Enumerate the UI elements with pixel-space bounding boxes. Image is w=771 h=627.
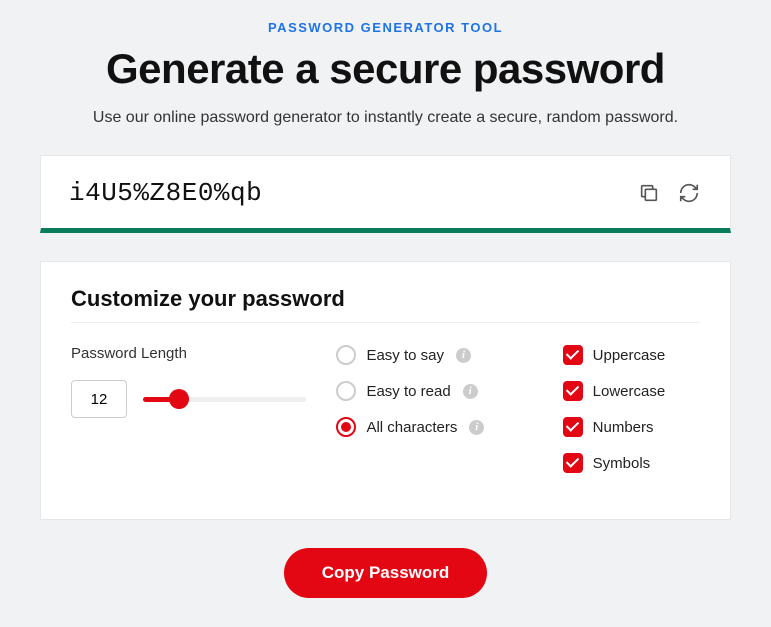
- length-slider[interactable]: [143, 389, 306, 409]
- copy-icon-button[interactable]: [636, 180, 662, 206]
- customize-title: Customize your password: [71, 286, 700, 312]
- check-label: Uppercase: [593, 347, 666, 364]
- checkbox-icon: [563, 381, 583, 401]
- check-uppercase[interactable]: Uppercase: [563, 345, 700, 365]
- subtitle: Use our online password generator to ins…: [40, 109, 731, 127]
- radio-label: Easy to read: [366, 383, 450, 400]
- customize-card: Customize your password Password Length: [40, 261, 731, 520]
- radio-label: Easy to say: [366, 347, 444, 364]
- password-actions: [636, 180, 702, 206]
- info-icon[interactable]: i: [469, 420, 484, 435]
- check-label: Numbers: [593, 419, 654, 436]
- check-label: Symbols: [593, 455, 651, 472]
- checkbox-icon: [563, 417, 583, 437]
- copy-password-button[interactable]: Copy Password: [284, 548, 488, 598]
- checkbox-icon: [563, 345, 583, 365]
- radio-icon: [336, 345, 356, 365]
- page-title: Generate a secure password: [40, 45, 731, 93]
- length-label: Password Length: [71, 345, 306, 362]
- copy-icon: [638, 182, 660, 204]
- eyebrow-label: PASSWORD GENERATOR TOOL: [40, 20, 731, 35]
- radio-easy-to-say[interactable]: Easy to say i: [336, 345, 532, 365]
- regenerate-icon-button[interactable]: [676, 180, 702, 206]
- refresh-icon: [678, 182, 700, 204]
- radio-all-characters[interactable]: All characters i: [336, 417, 532, 437]
- length-input[interactable]: [71, 380, 127, 418]
- check-label: Lowercase: [593, 383, 666, 400]
- divider: [71, 322, 700, 323]
- radio-icon: [336, 417, 356, 437]
- slider-thumb[interactable]: [169, 389, 189, 409]
- check-symbols[interactable]: Symbols: [563, 453, 700, 473]
- radio-icon: [336, 381, 356, 401]
- password-display-card: i4U5%Z8E0%qb: [40, 155, 731, 233]
- checkbox-icon: [563, 453, 583, 473]
- check-numbers[interactable]: Numbers: [563, 417, 700, 437]
- check-lowercase[interactable]: Lowercase: [563, 381, 700, 401]
- radio-label: All characters: [366, 419, 457, 436]
- info-icon[interactable]: i: [463, 384, 478, 399]
- radio-easy-to-read[interactable]: Easy to read i: [336, 381, 532, 401]
- info-icon[interactable]: i: [456, 348, 471, 363]
- generated-password[interactable]: i4U5%Z8E0%qb: [69, 178, 262, 208]
